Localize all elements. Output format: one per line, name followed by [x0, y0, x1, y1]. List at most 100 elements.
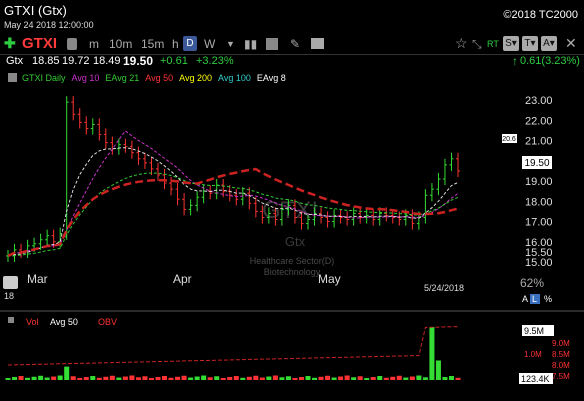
- volume-bar: [18, 376, 24, 380]
- vol-legend-avg: Avg 50: [50, 317, 78, 327]
- volume-bar: [57, 375, 63, 380]
- vol-legend-obv: OBV: [98, 317, 117, 327]
- volume-bar: [70, 376, 76, 380]
- volume-bar: [318, 376, 324, 380]
- volume-bar: [168, 377, 174, 380]
- obv-tick: 9.0M: [552, 339, 570, 348]
- volume-bar: [214, 376, 220, 380]
- price-tick: 22.00: [525, 115, 553, 127]
- volume-bar: [435, 360, 441, 380]
- volume-bar: [285, 376, 291, 380]
- eavg21-line: [7, 172, 459, 257]
- volume-bar: [279, 377, 285, 380]
- volume-bar: [305, 376, 311, 380]
- volume-bar: [370, 377, 376, 380]
- volume-bar: [266, 376, 272, 380]
- volume-bar: [116, 377, 122, 380]
- volume-bar: [188, 377, 194, 380]
- price-axis: 23.0022.0021.0020.0019.0018.0017.0016.00…: [525, 95, 553, 269]
- volume-bar: [298, 377, 304, 380]
- volume-bar: [292, 378, 298, 380]
- volume-bar: [455, 377, 461, 380]
- volume-bar: [403, 377, 409, 380]
- volume-bar: [331, 377, 337, 380]
- price-tick: 18.00: [525, 196, 553, 208]
- volume-bar: [207, 377, 213, 380]
- volume-bar: [90, 376, 96, 380]
- volume-bar: [194, 376, 200, 380]
- volume-bar: [396, 375, 402, 380]
- volume-bar: [96, 377, 102, 380]
- volume-bar: [181, 375, 187, 380]
- watermark-industry: Biotechnology: [264, 267, 321, 277]
- volume-bar: [272, 375, 278, 380]
- volume-bar: [338, 376, 344, 380]
- volume-bar: [448, 376, 454, 380]
- scale-a-button: A: [522, 294, 528, 304]
- volume-bar: [175, 376, 181, 380]
- volume-bar: [25, 377, 31, 380]
- refresh-icon: [3, 276, 18, 289]
- volume-bar: [357, 376, 363, 380]
- volume-bar: [344, 375, 350, 380]
- price-tick: 21.00: [525, 136, 553, 148]
- obv-line: [7, 326, 459, 366]
- end-date: 5/24/2018: [424, 283, 464, 293]
- volume-bar: [109, 375, 115, 380]
- volume-bar: [351, 377, 357, 380]
- volume-bar: [162, 376, 168, 380]
- volume-bar: [377, 376, 383, 380]
- vol-bottom-label: 123.4K: [521, 374, 550, 384]
- volume-bar: [227, 377, 233, 380]
- volume-bar: [103, 376, 109, 380]
- volume-bar: [422, 377, 428, 380]
- volume-bar: [233, 376, 239, 380]
- price-chart[interactable]: GTXI Gtx Healthcare Sector(D) Biotechnol…: [0, 0, 584, 401]
- vol-avg-label: 1.0M: [524, 350, 542, 359]
- volume-bar: [259, 377, 265, 380]
- volume-bar: [220, 378, 226, 380]
- price-series: [6, 96, 460, 262]
- volume-bar: [409, 376, 415, 380]
- avg10-line: [7, 130, 459, 257]
- obv-tick: 7.5M: [552, 372, 570, 381]
- volume-bar: [5, 378, 11, 380]
- volume-bar: [442, 377, 448, 380]
- avg50-line: [7, 167, 459, 258]
- volume-bar: [148, 378, 154, 380]
- vol-legend-vol: Vol: [26, 317, 39, 327]
- vol-grip-icon: [8, 317, 14, 323]
- volume-bar: [122, 376, 128, 380]
- volume-bar: [240, 377, 246, 380]
- month-apr: Apr: [173, 272, 192, 286]
- volume-bar: [253, 375, 259, 380]
- obv-tick: 8.5M: [552, 350, 570, 359]
- upper-tag-label: 20.6: [502, 136, 516, 143]
- volume-series: [5, 326, 461, 380]
- volume-bar: [83, 377, 89, 380]
- price-tick: 19.00: [525, 176, 553, 188]
- zoom-label: 62%: [520, 276, 544, 290]
- eavg8-line: [7, 147, 459, 257]
- month-mar: Mar: [27, 272, 48, 286]
- price-tick: 17.00: [525, 217, 553, 229]
- vol-top-label: 9.5M: [524, 326, 544, 336]
- volume-bar: [416, 375, 422, 380]
- volume-bar: [135, 377, 141, 380]
- volume-bar: [429, 327, 435, 380]
- obv-tick: 8.0M: [552, 361, 570, 370]
- volume-bar: [383, 377, 389, 380]
- volume-bar: [390, 376, 396, 380]
- corner-label: 18: [4, 291, 14, 301]
- watermark-name: Gtx: [285, 234, 306, 249]
- month-may: May: [318, 272, 341, 286]
- volume-bar: [51, 376, 57, 380]
- watermark-sector: Healthcare Sector(D): [250, 256, 335, 266]
- volume-bar: [155, 377, 161, 380]
- volume-bar: [201, 375, 207, 380]
- volume-bar: [312, 377, 318, 380]
- volume-bar: [64, 366, 70, 380]
- volume-bar: [12, 377, 18, 380]
- volume-bar: [38, 375, 44, 380]
- volume-bar: [364, 378, 370, 380]
